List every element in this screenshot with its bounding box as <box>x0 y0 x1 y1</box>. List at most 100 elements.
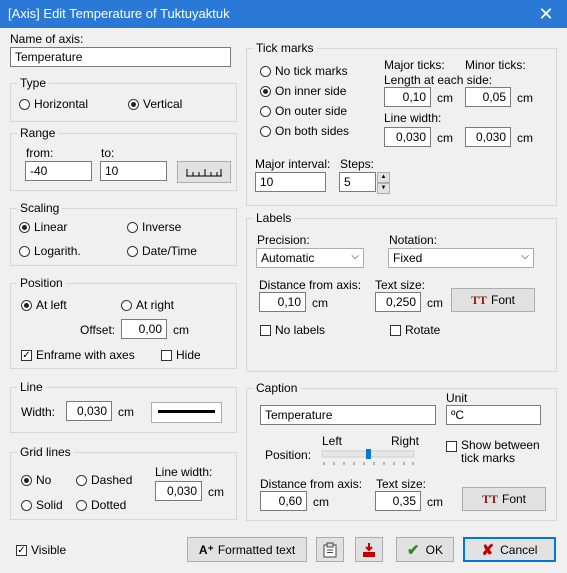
offset-unit: cm <box>173 323 189 337</box>
tick-both-radio[interactable]: On both sides <box>260 124 349 138</box>
caption-position-slider[interactable] <box>320 448 416 468</box>
type-vertical-label: Vertical <box>143 97 183 111</box>
scaling-inverse-label: Inverse <box>142 220 182 234</box>
grid-line-width-label: Line width: <box>155 465 213 479</box>
chevron-down-icon: ⌵ <box>351 251 359 262</box>
no-labels-checkbox[interactable]: No labels <box>260 323 325 337</box>
hide-checkbox[interactable]: Hide <box>161 348 201 362</box>
font-icon: TT <box>481 491 498 506</box>
rotate-label: Rotate <box>405 323 441 337</box>
grid-dashed-radio[interactable]: Dashed <box>76 473 132 487</box>
caption-font-label: Font <box>502 492 527 506</box>
scaling-logarith-radio[interactable]: Logarith. <box>19 244 81 258</box>
grid-solid-label: Solid <box>36 498 63 512</box>
position-at-left-radio[interactable]: At left <box>21 298 67 312</box>
radio-circle <box>127 221 138 233</box>
tick-outer-label: On outer side <box>275 104 348 118</box>
tick-outer-radio[interactable]: On outer side <box>260 104 347 118</box>
labels-font-label: Font <box>491 293 516 307</box>
show-between-checkbox[interactable]: Show between tick marks <box>446 439 541 465</box>
tick-none-label: No tick marks <box>275 64 348 78</box>
caption-text-size-unit: cm <box>427 495 443 509</box>
grid-dashed-label: Dashed <box>91 473 133 487</box>
major-interval-input[interactable] <box>255 172 326 192</box>
caption-unit-input[interactable] <box>446 405 541 425</box>
spin-up-icon[interactable]: ▲ <box>377 172 390 183</box>
checkbox-box <box>161 349 172 361</box>
notation-label: Notation: <box>389 233 438 247</box>
checkbox-box: ✓ <box>16 544 27 556</box>
line-width-input[interactable] <box>66 401 112 421</box>
caption-distance-unit: cm <box>313 495 329 509</box>
minor-ticks-label: Minor ticks: <box>465 58 526 72</box>
scaling-inverse-radio[interactable]: Inverse <box>127 220 181 234</box>
labels-distance-input[interactable] <box>259 292 306 312</box>
rotate-checkbox[interactable]: Rotate <box>390 323 440 337</box>
labels-font-button[interactable]: TT Font <box>451 288 535 312</box>
caption-right-label: Right <box>391 434 420 448</box>
type-vertical-radio[interactable]: Vertical <box>128 97 182 111</box>
formatted-text-button[interactable]: A⁺ Formatted text <box>187 537 307 562</box>
visible-checkbox[interactable]: ✓ Visible <box>16 543 66 557</box>
radio-circle <box>121 299 132 311</box>
minor-width-unit: cm <box>517 131 533 145</box>
tick-line-width-label: Line width: <box>384 111 442 125</box>
grid-dotted-radio[interactable]: Dotted <box>76 498 126 512</box>
minor-length-input[interactable] <box>465 87 511 107</box>
line-sample-stroke <box>158 410 215 413</box>
scaling-title: Scaling <box>17 201 63 215</box>
range-from-input[interactable] <box>25 161 92 181</box>
caption-distance-input[interactable] <box>260 491 307 511</box>
precision-select[interactable]: Automatic ⌵ <box>256 248 364 268</box>
caption-text-size-input[interactable] <box>375 491 421 511</box>
scaling-datetime-radio[interactable]: Date/Time <box>127 244 197 258</box>
enframe-label: Enframe with axes <box>36 348 135 362</box>
range-title: Range <box>17 126 59 140</box>
enframe-checkbox[interactable]: ✓ Enframe with axes <box>21 348 135 362</box>
line-style-sample[interactable] <box>151 402 222 423</box>
caption-input[interactable] <box>260 405 436 425</box>
scaling-linear-radio[interactable]: Linear <box>19 220 67 234</box>
close-icon[interactable]: ✕ <box>535 3 557 25</box>
cancel-label: Cancel <box>500 542 538 557</box>
tick-inner-radio[interactable]: On inner side <box>260 84 346 98</box>
major-width-input[interactable] <box>384 127 431 147</box>
major-length-input[interactable] <box>384 87 431 107</box>
labels-distance-label: Distance from axis: <box>259 278 362 292</box>
cancel-button[interactable]: ✘ Cancel <box>463 537 556 562</box>
radio-circle <box>76 499 87 511</box>
radio-circle <box>21 474 32 486</box>
ok-label: OK <box>425 542 443 557</box>
grid-solid-radio[interactable]: Solid <box>21 498 63 512</box>
notation-select[interactable]: Fixed ⌵ <box>388 248 534 268</box>
name-of-axis-label: Name of axis: <box>10 32 84 46</box>
major-interval-label: Major interval: <box>255 157 331 171</box>
tick-none-radio[interactable]: No tick marks <box>260 64 348 78</box>
position-at-right-radio[interactable]: At right <box>121 298 174 312</box>
grid-lines-title: Grid lines <box>17 445 74 459</box>
ruler-button[interactable] <box>177 161 231 183</box>
grid-no-label: No <box>36 473 52 487</box>
x-icon: ✘ <box>481 541 495 559</box>
grid-line-width-input[interactable] <box>155 481 202 501</box>
caption-font-button[interactable]: TT Font <box>462 487 546 511</box>
labels-text-size-input[interactable] <box>375 292 421 312</box>
clipboard-icon <box>323 542 337 557</box>
spin-down-icon[interactable]: ▼ <box>377 183 390 194</box>
clipboard-button[interactable] <box>316 537 344 562</box>
line-width-unit: cm <box>118 405 134 419</box>
checkbox-box <box>260 324 271 336</box>
range-to-label: to: <box>101 146 115 160</box>
radio-circle <box>260 65 271 77</box>
grid-no-radio[interactable]: No <box>21 473 51 487</box>
axis-name-input[interactable] <box>10 47 231 67</box>
range-to-input[interactable] <box>100 161 167 181</box>
ok-button[interactable]: ✔ OK <box>396 537 454 562</box>
minor-width-input[interactable] <box>465 127 511 147</box>
hide-label: Hide <box>176 348 201 362</box>
steps-input[interactable] <box>339 172 376 192</box>
save-defaults-button[interactable] <box>355 537 383 562</box>
type-horizontal-radio[interactable]: Horizontal <box>19 97 88 111</box>
steps-spinner[interactable]: ▲ ▼ <box>377 172 390 194</box>
offset-input[interactable] <box>121 319 167 339</box>
